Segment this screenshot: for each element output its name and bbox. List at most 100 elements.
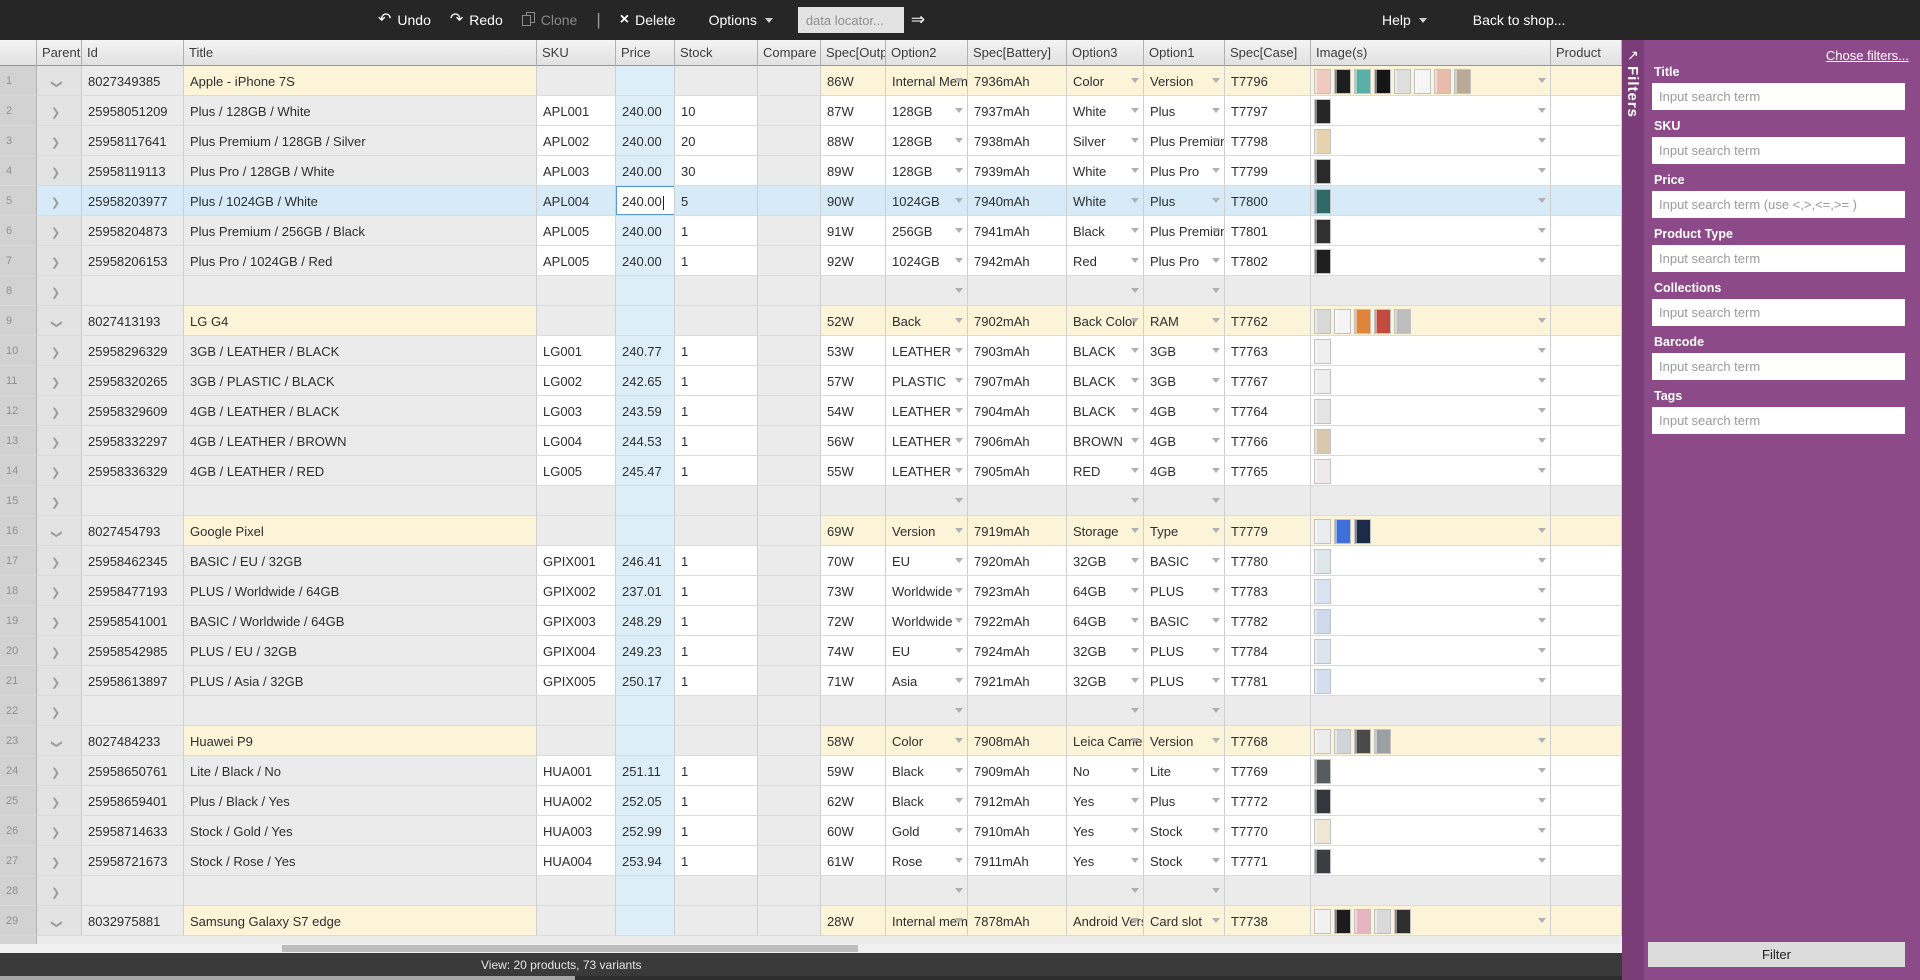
- cell-sku[interactable]: GPIX004: [537, 636, 616, 666]
- cell-product[interactable]: [1551, 426, 1622, 456]
- dropdown-arrow-icon[interactable]: [1212, 228, 1220, 233]
- cell-option3[interactable]: BLACK: [1067, 336, 1144, 366]
- cell-option3[interactable]: Color: [1067, 66, 1144, 96]
- cell-price[interactable]: [616, 696, 675, 726]
- cell-images[interactable]: [1311, 396, 1551, 426]
- cell-product[interactable]: [1551, 606, 1622, 636]
- cell-sku[interactable]: LG002: [537, 366, 616, 396]
- cell-compare[interactable]: [758, 636, 821, 666]
- cell-option2[interactable]: 128GB: [886, 96, 968, 126]
- dropdown-arrow-icon[interactable]: [1212, 198, 1220, 203]
- cell-option2[interactable]: 1024GB: [886, 186, 968, 216]
- cell-spec_out[interactable]: 52W: [821, 306, 886, 336]
- dropdown-arrow-icon[interactable]: [955, 888, 963, 893]
- cell-price[interactable]: 245.47: [616, 456, 675, 486]
- cell-option3[interactable]: 32GB: [1067, 666, 1144, 696]
- cell-option3[interactable]: Black: [1067, 216, 1144, 246]
- cell-title[interactable]: 4GB / LEATHER / RED: [184, 456, 537, 486]
- cell-id[interactable]: [82, 486, 184, 516]
- cell-compare[interactable]: [758, 846, 821, 876]
- cell-price[interactable]: 243.59: [616, 396, 675, 426]
- column-header-images[interactable]: Image(s): [1311, 40, 1551, 66]
- cell-option2[interactable]: 1024GB: [886, 246, 968, 276]
- dropdown-arrow-icon[interactable]: [1131, 108, 1139, 113]
- cell-price[interactable]: 251.11: [616, 756, 675, 786]
- dropdown-arrow-icon[interactable]: [1131, 408, 1139, 413]
- horizontal-scrollbar-thumb[interactable]: [282, 945, 858, 952]
- dropdown-arrow-icon[interactable]: [955, 198, 963, 203]
- cell-option1[interactable]: 3GB: [1144, 336, 1225, 366]
- cell-price[interactable]: 253.94: [616, 846, 675, 876]
- cell-spec_case[interactable]: T7768: [1225, 726, 1311, 756]
- cell-battery[interactable]: 7937mAh: [968, 96, 1067, 126]
- cell-product[interactable]: [1551, 276, 1622, 306]
- cell-id[interactable]: 25958541001: [82, 606, 184, 636]
- cell-images[interactable]: [1311, 906, 1551, 936]
- dropdown-arrow-icon[interactable]: [1131, 858, 1139, 863]
- dropdown-arrow-icon[interactable]: [1538, 828, 1546, 833]
- cell-option3[interactable]: [1067, 696, 1144, 726]
- dropdown-arrow-icon[interactable]: [1538, 78, 1546, 83]
- cell-images[interactable]: [1311, 96, 1551, 126]
- cell-images[interactable]: [1311, 336, 1551, 366]
- cell-option3[interactable]: BLACK: [1067, 396, 1144, 426]
- cell-sku[interactable]: HUA003: [537, 816, 616, 846]
- cell-product[interactable]: [1551, 516, 1622, 546]
- cell-compare[interactable]: [758, 906, 821, 936]
- dropdown-arrow-icon[interactable]: [1212, 708, 1220, 713]
- cell-spec_case[interactable]: [1225, 696, 1311, 726]
- cell-compare[interactable]: [758, 396, 821, 426]
- cell-option1[interactable]: PLUS: [1144, 666, 1225, 696]
- cell-spec_out[interactable]: [821, 276, 886, 306]
- cell-option1[interactable]: PLUS: [1144, 636, 1225, 666]
- cell-spec_out[interactable]: 87W: [821, 96, 886, 126]
- dropdown-arrow-icon[interactable]: [1212, 438, 1220, 443]
- cell-id[interactable]: [82, 876, 184, 906]
- cell-sku[interactable]: APL002: [537, 126, 616, 156]
- cell-option1[interactable]: Plus Pro: [1144, 156, 1225, 186]
- cell-compare[interactable]: [758, 306, 821, 336]
- cell-id[interactable]: 25958613897: [82, 666, 184, 696]
- cell-spec_out[interactable]: 71W: [821, 666, 886, 696]
- cell-id[interactable]: [82, 696, 184, 726]
- column-header-parent[interactable]: Parent: [37, 40, 82, 66]
- cell-battery[interactable]: 7906mAh: [968, 426, 1067, 456]
- cell-option1[interactable]: 4GB: [1144, 426, 1225, 456]
- cell-option3[interactable]: 32GB: [1067, 636, 1144, 666]
- cell-id[interactable]: 8032975881: [82, 906, 184, 936]
- cell-price[interactable]: 252.05: [616, 786, 675, 816]
- cell-images[interactable]: [1311, 156, 1551, 186]
- cell-sku[interactable]: HUA004: [537, 846, 616, 876]
- cell-title[interactable]: Google Pixel: [184, 516, 537, 546]
- cell-title[interactable]: Plus Pro / 1024GB / Red: [184, 246, 537, 276]
- cell-sku[interactable]: LG001: [537, 336, 616, 366]
- column-header-price[interactable]: Price: [616, 40, 675, 66]
- cell-price[interactable]: [616, 276, 675, 306]
- dropdown-arrow-icon[interactable]: [1538, 858, 1546, 863]
- cell-images[interactable]: [1311, 126, 1551, 156]
- dropdown-arrow-icon[interactable]: [955, 618, 963, 623]
- dropdown-arrow-icon[interactable]: [1212, 618, 1220, 623]
- cell-compare[interactable]: [758, 366, 821, 396]
- expand-toggle[interactable]: ❯: [37, 516, 82, 546]
- cell-sku[interactable]: GPIX005: [537, 666, 616, 696]
- dropdown-arrow-icon[interactable]: [1212, 78, 1220, 83]
- cell-title[interactable]: Huawei P9: [184, 726, 537, 756]
- expand-toggle[interactable]: ❯: [37, 576, 82, 606]
- cell-title[interactable]: 3GB / LEATHER / BLACK: [184, 336, 537, 366]
- cell-sku[interactable]: APL003: [537, 156, 616, 186]
- cell-option2[interactable]: Color: [886, 726, 968, 756]
- cell-option1[interactable]: Plus Pro: [1144, 246, 1225, 276]
- filter-input-sku[interactable]: [1652, 137, 1905, 164]
- cell-option1[interactable]: BASIC: [1144, 606, 1225, 636]
- cell-product[interactable]: [1551, 216, 1622, 246]
- cell-spec_out[interactable]: 90W: [821, 186, 886, 216]
- cell-option1[interactable]: BASIC: [1144, 546, 1225, 576]
- cell-stock[interactable]: 1: [675, 756, 758, 786]
- cell-spec_case[interactable]: T7767: [1225, 366, 1311, 396]
- cell-battery[interactable]: 7942mAh: [968, 246, 1067, 276]
- cell-id[interactable]: 25958204873: [82, 216, 184, 246]
- dropdown-arrow-icon[interactable]: [955, 528, 963, 533]
- cell-compare[interactable]: [758, 156, 821, 186]
- cell-option2[interactable]: Rose: [886, 846, 968, 876]
